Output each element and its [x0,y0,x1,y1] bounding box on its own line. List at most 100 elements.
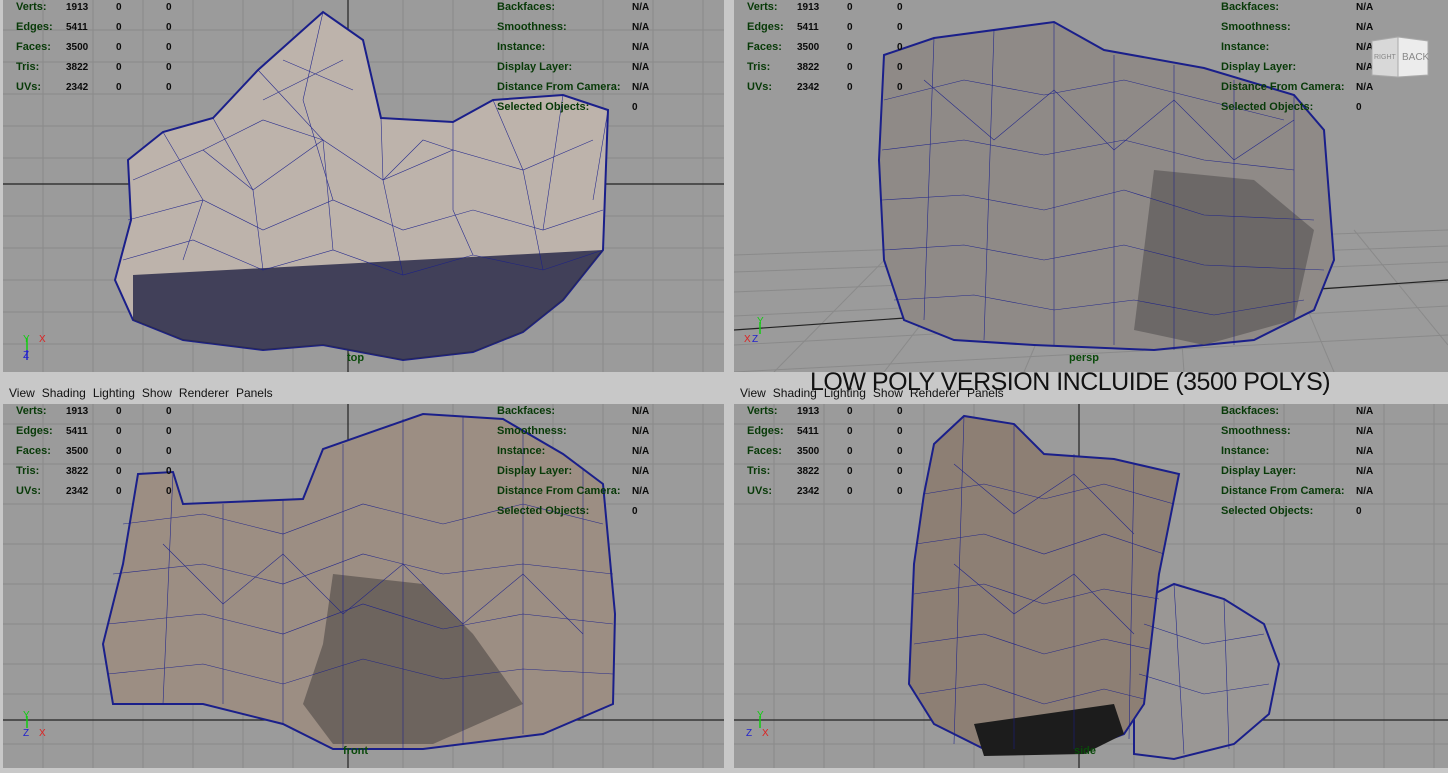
axis-z-label: Z [23,728,29,739]
tris-selected: 0 [116,465,122,477]
camera-label: front [343,745,369,757]
faces-value: 3500 [66,41,89,53]
axis-x-label: X [39,728,46,739]
menu-show[interactable]: Show [142,386,172,400]
faces-extra: 0 [897,41,903,53]
faces-value: 3500 [797,41,820,53]
verts-label: Verts: [747,1,778,13]
viewport-side[interactable]: View Shading Lighting Show Renderer Pane… [734,382,1448,768]
poly-count-hud: Verts: 1913 0 0 Edges: 5411 0 0 Faces: 3500 0 0 T… [747,401,947,501]
axis-z-label: Z [23,350,29,361]
verts-value: 1913 [66,405,89,417]
selected-objects-value: 0 [632,101,638,113]
menu-lighting[interactable]: Lighting [93,386,135,400]
object-info-hud: Backfaces: N/A Smoothness: N/A Instance: N/… [1221,401,1373,521]
uvs-value: 2342 [797,485,820,497]
distance-label: Distance From Camera: [1221,81,1345,93]
smoothness-label: Smoothness: [1221,21,1291,33]
viewport-persp[interactable]: Verts: 1913 0 0 Edges: 5411 0 0 Faces: 3500 0 0 T… [734,0,1448,372]
camera-label: top [347,352,365,364]
axis-x-label: X [744,334,751,345]
menu-view[interactable]: View [740,386,766,400]
uvs-label: UVs: [16,81,42,93]
verts-extra: 0 [897,405,903,417]
backfaces-label: Backfaces: [1221,405,1280,417]
camera-label: side [1074,745,1097,757]
verts-value: 1913 [797,405,820,417]
verts-label: Verts: [747,405,778,417]
smoothness-value: N/A [632,425,650,437]
edges-selected: 0 [847,425,853,437]
verts-label: Verts: [16,1,47,13]
verts-selected: 0 [116,1,122,13]
distance-value: N/A [1356,81,1374,93]
selected-objects-value: 0 [1356,505,1362,517]
tris-extra: 0 [897,465,903,477]
display-layer-value: N/A [632,465,650,477]
edges-selected: 0 [847,21,853,33]
overlay-caption: LOW POLY VERSION INCLUIDE (3500 POLYS) [810,368,1331,396]
faces-selected: 0 [847,41,853,53]
viewcube-back-label[interactable]: BACK [1402,52,1430,63]
axis-x-label: X [762,728,769,739]
tris-selected: 0 [116,61,122,73]
smoothness-value: N/A [632,21,650,33]
object-info-hud: Backfaces: N/A Smoothness: N/A Instance: N/… [497,0,649,117]
viewport-front[interactable]: View Shading Lighting Show Renderer Pane… [3,382,724,768]
faces-extra: 0 [166,41,172,53]
axis-y-label: Y [757,710,764,721]
faces-label: Faces: [16,445,51,457]
instance-label: Instance: [1221,445,1270,457]
tris-value: 3822 [797,61,820,73]
uvs-label: UVs: [16,485,42,497]
viewport-top[interactable]: Verts: 1913 0 0 Edges: 5411 0 0 Faces: 3500 0 0 T… [3,0,724,372]
faces-label: Faces: [747,445,782,457]
backfaces-label: Backfaces: [497,1,556,13]
instance-value: N/A [1356,445,1374,457]
menu-view[interactable]: View [9,386,35,400]
backfaces-value: N/A [1356,405,1374,417]
faces-extra: 0 [897,445,903,457]
panel-divider-vertical[interactable] [724,0,734,773]
verts-extra: 0 [166,1,172,13]
edges-value: 5411 [797,21,819,33]
axis-gizmo-icon: Y X Z [23,334,46,361]
selected-objects-label: Selected Objects: [1221,101,1314,113]
verts-value: 1913 [66,1,89,13]
poly-count-hud: Verts: 1913 0 0 Edges: 5411 0 0 Faces: 3500 0 0 T… [747,0,947,97]
distance-value: N/A [632,81,650,93]
uvs-value: 2342 [66,485,89,497]
viewcube-icon[interactable]: RIGHT BACK [1370,33,1430,81]
selected-objects-label: Selected Objects: [1221,505,1314,517]
smoothness-value: N/A [1356,21,1374,33]
instance-label: Instance: [1221,41,1270,53]
axis-y-label: Y [757,316,764,327]
edges-extra: 0 [166,21,172,33]
menu-renderer[interactable]: Renderer [179,386,229,400]
uvs-label: UVs: [747,81,773,93]
edges-selected: 0 [116,425,122,437]
smoothness-label: Smoothness: [497,425,567,437]
backfaces-value: N/A [1356,1,1374,13]
uvs-value: 2342 [797,81,820,93]
axis-y-label: Y [23,710,30,721]
rock-mesh-front [907,414,1181,750]
axis-x-label: X [39,334,46,345]
display-layer-label: Display Layer: [497,61,573,73]
menu-shading[interactable]: Shading [42,386,86,400]
display-layer-value: N/A [632,61,650,73]
menu-panels[interactable]: Panels [236,386,273,400]
backfaces-label: Backfaces: [497,405,556,417]
backfaces-value: N/A [632,1,650,13]
uvs-selected: 0 [116,81,122,93]
instance-value: N/A [632,445,650,457]
tris-label: Tris: [16,465,40,477]
tris-value: 3822 [66,61,89,73]
edges-value: 5411 [66,21,88,33]
verts-value: 1913 [797,1,820,13]
viewcube-right-label[interactable]: RIGHT [1374,54,1397,61]
verts-selected: 0 [116,405,122,417]
faces-selected: 0 [847,445,853,457]
verts-extra: 0 [897,1,903,13]
verts-selected: 0 [847,405,853,417]
